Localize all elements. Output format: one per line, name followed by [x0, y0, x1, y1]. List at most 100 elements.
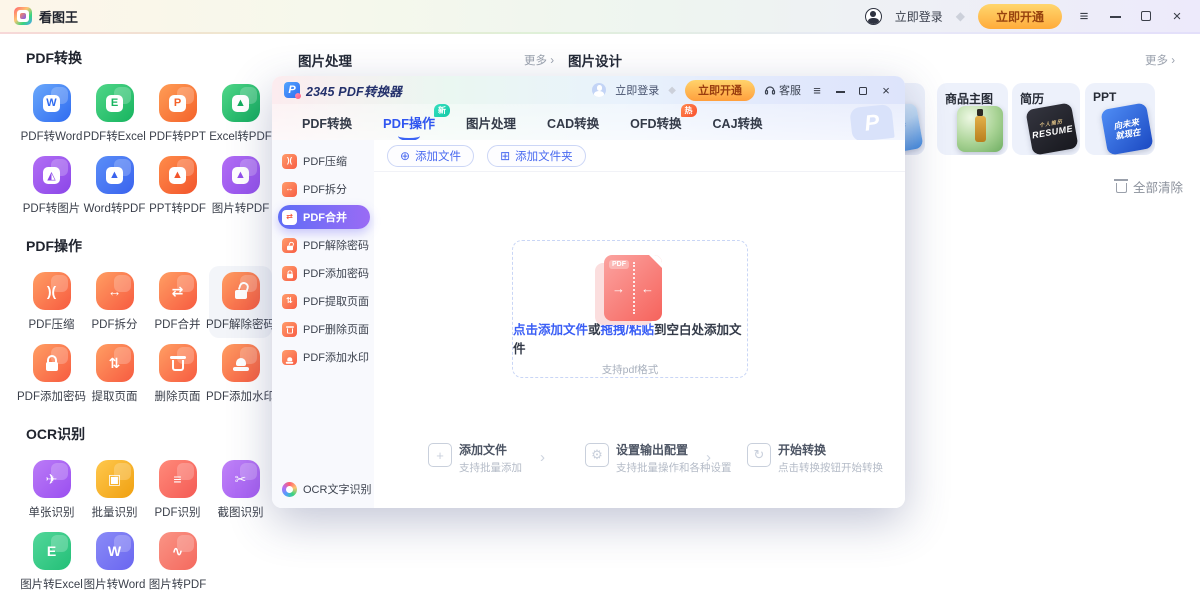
tool-mini-icon — [282, 266, 297, 281]
ocr-label: OCR文字识别 — [303, 481, 371, 497]
tool-icon: ✂ — [222, 460, 260, 498]
sidebar-tool-PDF添加密码[interactable]: PDF添加密码 — [20, 338, 83, 410]
tool-label: PDF合并 — [155, 316, 201, 332]
minimize-button[interactable] — [1106, 9, 1124, 24]
design-card-商品主图[interactable]: 商品主图 — [937, 83, 1008, 155]
close-button[interactable]: × — [1168, 9, 1186, 24]
user-avatar-icon[interactable] — [592, 83, 606, 97]
sidebar-tool-Word转PDF[interactable]: ▲Word转PDF — [83, 150, 146, 222]
vip-gem-icon[interactable]: ◆ — [668, 85, 676, 96]
user-avatar-icon[interactable] — [865, 8, 882, 25]
dialog-titlebar: P 2345 PDF转换器 立即登录 ◆ 立即开通 客服 ≡ — [272, 76, 905, 104]
sidebar-tool-图片转Excel[interactable]: E图片转Excel — [20, 526, 83, 598]
dialog-sidebar-item-PDF添加密码[interactable]: PDF添加密码 — [278, 261, 370, 285]
sidebar-tool-删除页面[interactable]: 删除页面 — [146, 338, 209, 410]
tab-PDF操作[interactable]: PDF操作新 — [383, 113, 435, 132]
chevron-right-icon: › — [540, 449, 545, 466]
tool-glyph: ⇄ — [172, 284, 184, 298]
dialog-sidebar-item-label: PDF提取页面 — [303, 293, 369, 309]
sidebar-tool-Excel转PDF[interactable]: ▲ Excel转PDF — [209, 78, 272, 150]
sidebar-tool-PDF压缩[interactable]: )(PDF压缩 — [20, 266, 83, 338]
dialog-sidebar-item-label: PDF合并 — [303, 209, 347, 225]
vip-gem-icon[interactable]: ◆ — [956, 9, 965, 23]
customer-service-button[interactable]: 客服 — [764, 82, 801, 98]
login-link[interactable]: 立即登录 — [615, 82, 659, 98]
tab-图片处理[interactable]: 图片处理 — [466, 113, 516, 132]
dialog-sidebar-item-PDF拆分[interactable]: ↔PDF拆分 — [278, 177, 370, 201]
close-button[interactable]: × — [879, 84, 893, 97]
tool-label: PDF转Excel — [83, 128, 146, 144]
sidebar-tool-PDF转Word[interactable]: WPDF转Word — [20, 78, 83, 150]
tool-glyph: ↔ — [286, 185, 294, 193]
more-link-image-design[interactable]: 更多 › — [1145, 52, 1175, 68]
maximize-button[interactable] — [1137, 9, 1155, 24]
thumbnail-caption: RESUME — [1031, 123, 1074, 141]
sidebar-tool-PDF转Excel[interactable]: E PDF转Excel — [83, 78, 146, 150]
tool-label: PDF转PPT — [149, 128, 206, 144]
dialog-sidebar-item-PDF压缩[interactable]: )(PDF压缩 — [278, 149, 370, 173]
sidebar-tool-截图识别[interactable]: ✂截图识别 — [209, 454, 272, 526]
add-file-button[interactable]: ⊕ 添加文件 — [387, 145, 474, 167]
minimize-button[interactable] — [833, 84, 847, 97]
sidebar-tool-PDF转图片[interactable]: ◭PDF转图片 — [20, 150, 83, 222]
tab-CAJ转换[interactable]: CAJ转换 — [713, 113, 763, 132]
section-title-image-processing: 图片处理 — [298, 50, 352, 70]
dialog-sidebar-item-PDF删除页面[interactable]: PDF删除页面 — [278, 317, 370, 341]
tool-icon: ▲ — [222, 84, 260, 122]
tool-badge-letter: ▲ — [169, 167, 186, 184]
upgrade-button[interactable]: 立即开通 — [978, 4, 1062, 29]
sidebar-tool-批量识别[interactable]: ▣批量识别 — [83, 454, 146, 526]
sidebar-tool-PDF合并[interactable]: ⇄ PDF合并 — [146, 266, 209, 338]
sidebar-tool-PDF解除密码[interactable]: PDF解除密码 — [209, 266, 272, 338]
sidebar-tool-图片转PDF[interactable]: ∿图片转PDF — [146, 526, 209, 598]
design-card-简历[interactable]: 简历个人简历RESUME — [1012, 83, 1080, 155]
dialog-sidebar-item-PDF提取页面[interactable]: ⇅PDF提取页面 — [278, 289, 370, 313]
sidebar-tool-单张识别[interactable]: ✈单张识别 — [20, 454, 83, 526]
tool-icon: E — [96, 84, 134, 122]
dialog-sidebar-item-PDF添加水印[interactable]: PDF添加水印 — [278, 345, 370, 369]
tab-OFD转换[interactable]: OFD转换热 — [630, 113, 681, 132]
page-fold-icon — [649, 255, 662, 268]
dialog-sidebar-item-PDF合并[interactable]: ⇄PDF合并 — [278, 205, 370, 229]
tool-glyph: E — [47, 544, 56, 558]
menu-icon[interactable]: ≡ — [810, 84, 824, 97]
tool-badge-letter: ▲ — [232, 95, 249, 112]
maximize-button[interactable] — [856, 84, 870, 97]
tool-icon: ∿ — [159, 532, 197, 570]
sidebar-tool-PDF拆分[interactable]: ↔PDF拆分 — [83, 266, 146, 338]
workflow-steps: +添加文件支持批量添加›⚙设置输出配置支持批量操作和各种设置›↻开始转换点击转换… — [374, 443, 905, 483]
sidebar-tool-PPT转PDF[interactable]: ▲PPT转PDF — [146, 150, 209, 222]
upgrade-button[interactable]: 立即开通 — [685, 80, 755, 101]
add-folder-button[interactable]: ⊞ 添加文件夹 — [487, 145, 586, 167]
dialog-sidebar-item-label: PDF删除页面 — [303, 321, 369, 337]
tool-glyph: )( — [287, 157, 292, 165]
tool-label: PDF拆分 — [92, 316, 138, 332]
sidebar-tool-PDF识别[interactable]: ≡PDF识别 — [146, 454, 209, 526]
tool-glyph: ▣ — [108, 472, 121, 486]
sidebar-tool-grid: )(PDF压缩↔PDF拆分 ⇄ PDF合并 PDF解除密码 PDF添加密码⇅提取页面删除… — [20, 266, 272, 410]
step-title: 设置输出配置 — [616, 443, 732, 458]
sidebar-section: OCR识别✈单张识别▣批量识别≡PDF识别✂截图识别E图片转ExcelW图片转W… — [20, 424, 272, 598]
file-dropzone[interactable]: PDF → ← 点击添加文件或拖拽/粘贴到空白处添加文件 支持pdf格式 — [512, 240, 748, 378]
tab-CAD转换[interactable]: CAD转换 — [547, 113, 599, 132]
design-card-PPT[interactable]: PPT向未来就现在 — [1085, 83, 1155, 155]
tool-icon — [222, 272, 260, 310]
more-link-image-processing[interactable]: 更多 › — [524, 52, 554, 68]
sidebar-tool-PDF转PPT[interactable]: PPDF转PPT — [146, 78, 209, 150]
tool-label: PDF转图片 — [23, 200, 81, 216]
tool-mini-icon — [282, 322, 297, 337]
sidebar-tool-图片转PDF[interactable]: ▲图片转PDF — [209, 150, 272, 222]
customer-service-label: 客服 — [779, 82, 801, 98]
tab-PDF转换[interactable]: PDF转换 — [302, 113, 352, 132]
clear-all-button[interactable]: 全部清除 — [1116, 177, 1183, 196]
tool-label: Excel转PDF — [209, 128, 272, 144]
sidebar-tool-图片转Word[interactable]: W图片转Word — [83, 526, 146, 598]
login-link[interactable]: 立即登录 — [895, 8, 943, 25]
sidebar-tool-提取页面[interactable]: ⇅提取页面 — [83, 338, 146, 410]
sidebar-tool-PDF添加水印[interactable]: PDF添加水印 — [209, 338, 272, 410]
dialog-sidebar-item-PDF解除密码[interactable]: PDF解除密码 — [278, 233, 370, 257]
dialog-header-area: P 2345 PDF转换器 立即登录 ◆ 立即开通 客服 ≡ — [272, 76, 905, 140]
dropzone-hint: 支持pdf格式 — [602, 362, 659, 377]
menu-icon[interactable]: ≡ — [1075, 9, 1093, 24]
dialog-sidebar-item-ocr[interactable]: OCR文字识别 — [282, 481, 371, 497]
